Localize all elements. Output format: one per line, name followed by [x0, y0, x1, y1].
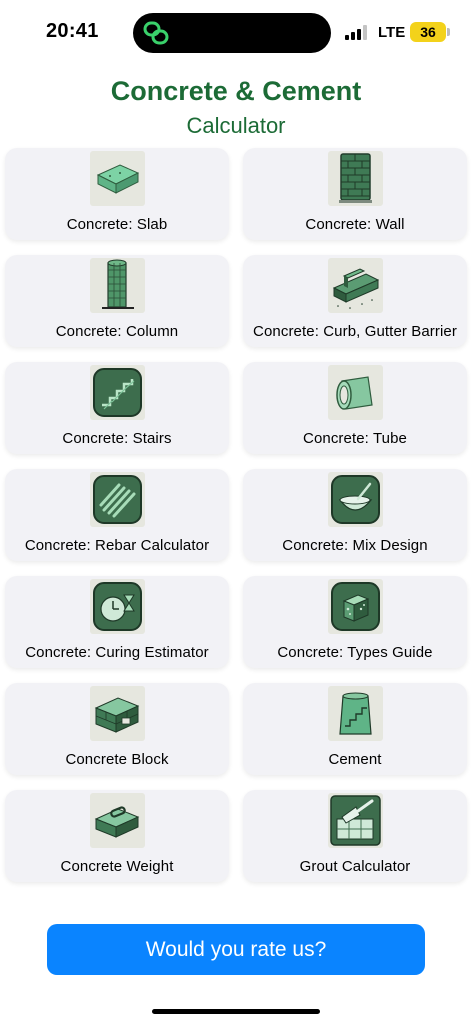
- tile-label: Concrete Weight: [60, 858, 174, 875]
- curb-icon: [328, 258, 383, 313]
- tile-concrete-block[interactable]: Concrete Block: [5, 683, 229, 775]
- battery-icon: 36: [410, 22, 446, 42]
- tile-concrete-wall[interactable]: Concrete: Wall: [243, 148, 467, 240]
- concrete-block-icon: [90, 686, 145, 741]
- rebar-icon: [90, 472, 145, 527]
- home-indicator[interactable]: [152, 1009, 320, 1014]
- tile-label: Concrete: Column: [55, 323, 179, 340]
- tile-concrete-column[interactable]: Concrete: Column: [5, 255, 229, 347]
- status-time: 20:41: [46, 20, 99, 42]
- tile-label: Concrete: Types Guide: [277, 644, 433, 661]
- column-icon: [90, 258, 145, 313]
- tile-concrete-curb[interactable]: Concrete: Curb, Gutter Barrier: [243, 255, 467, 347]
- tile-concrete-stairs[interactable]: Concrete: Stairs: [5, 362, 229, 454]
- tile-label: Concrete: Mix Design: [282, 537, 428, 554]
- tile-rebar-calculator[interactable]: Concrete: Rebar Calculator: [5, 469, 229, 561]
- battery-tip: [447, 28, 450, 36]
- tile-label: Concrete Block: [65, 751, 169, 768]
- page-subtitle: Calculator: [186, 113, 286, 138]
- stairs-icon: [90, 365, 145, 420]
- tile-mix-design[interactable]: Concrete: Mix Design: [243, 469, 467, 561]
- tile-label: Concrete: Stairs: [62, 430, 172, 447]
- calculator-grid: Concrete: Slab Concrete: Wall Concrete: …: [5, 148, 467, 882]
- tile-concrete-tube[interactable]: Concrete: Tube: [243, 362, 467, 454]
- signal-icon: [345, 24, 369, 40]
- page-title: Concrete & Cement: [110, 76, 362, 106]
- mixing-bowl-icon: [328, 472, 383, 527]
- rate-us-button[interactable]: Would you rate us?: [47, 924, 425, 975]
- tile-label: Cement: [328, 751, 382, 768]
- trowel-icon: [328, 793, 383, 848]
- cube-icon: [328, 579, 383, 634]
- tile-types-guide[interactable]: Concrete: Types Guide: [243, 576, 467, 668]
- tile-cement[interactable]: Cement: [243, 683, 467, 775]
- link-rings-icon: [143, 21, 169, 45]
- tile-label: Concrete: Rebar Calculator: [24, 537, 210, 554]
- slab-icon: [90, 151, 145, 206]
- brick-wall-icon: [328, 151, 383, 206]
- network-label: LTE: [378, 24, 406, 41]
- tile-label: Concrete: Curb, Gutter Barrier: [253, 323, 457, 340]
- status-bar: 20:41 LTE 36: [0, 0, 472, 64]
- cement-bag-icon: [328, 686, 383, 741]
- hourglass-icon: [90, 579, 145, 634]
- tile-label: Concrete: Curing Estimator: [25, 644, 209, 661]
- weight-block-icon: [90, 793, 145, 848]
- tile-label: Grout Calculator: [299, 858, 411, 875]
- tile-concrete-weight[interactable]: Concrete Weight: [5, 790, 229, 882]
- tile-concrete-slab[interactable]: Concrete: Slab: [5, 148, 229, 240]
- tile-curing-estimator[interactable]: Concrete: Curing Estimator: [5, 576, 229, 668]
- tube-icon: [328, 365, 383, 420]
- tile-label: Concrete: Tube: [303, 430, 407, 447]
- tile-grout-calculator[interactable]: Grout Calculator: [243, 790, 467, 882]
- tile-label: Concrete: Wall: [305, 216, 405, 233]
- dynamic-island: [133, 13, 331, 53]
- tile-label: Concrete: Slab: [66, 216, 168, 233]
